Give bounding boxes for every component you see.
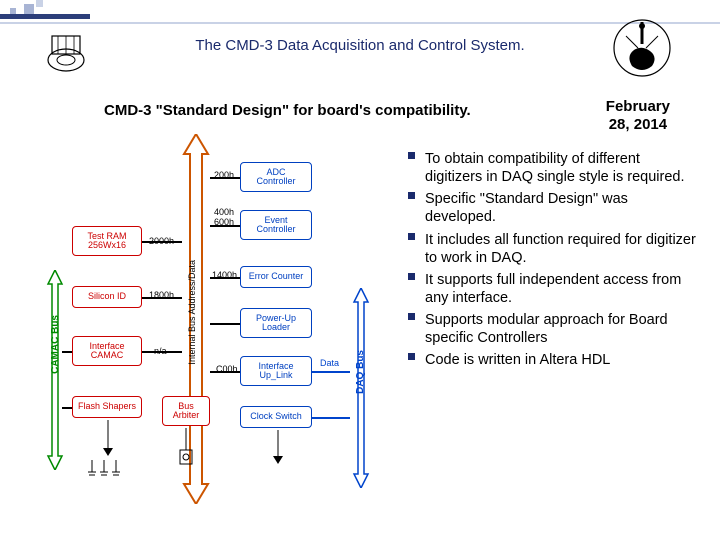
square-bullet-icon — [408, 192, 415, 199]
addr-200h: 200h — [214, 170, 234, 180]
subtitle: CMD-3 "Standard Design" for board's comp… — [104, 102, 471, 119]
bullet-item: It supports full independent access from… — [408, 271, 698, 311]
daq-bus-label: DAQ Bus — [355, 350, 366, 394]
bullet-text: It supports full independent access from… — [425, 271, 698, 307]
block-powerup-loader: Power-Up Loader — [240, 308, 312, 338]
bullet-list: To obtain compatibility of different dig… — [408, 150, 698, 373]
square-bullet-icon — [408, 233, 415, 240]
block-diagram: CAMAC Bus Internal Bus Address/Data DAQ … — [54, 140, 404, 520]
camac-bus-label: CAMAC Bus — [50, 315, 61, 374]
bullet-text: To obtain compatibility of different dig… — [425, 150, 698, 186]
date-label: February 28, 2014 — [606, 98, 670, 134]
flash-shapers-down-icon — [98, 420, 118, 464]
square-bullet-icon — [408, 273, 415, 280]
bullet-text: It includes all function required for di… — [425, 231, 698, 267]
addr-1800h: 1800h — [149, 290, 174, 300]
square-bullet-icon — [408, 313, 415, 320]
page-title: The CMD-3 Data Acquisition and Control S… — [0, 37, 720, 54]
block-interface-camac: Interface CAMAC — [72, 336, 142, 366]
bullet-item: To obtain compatibility of different dig… — [408, 150, 698, 190]
bullet-item: It includes all function required for di… — [408, 231, 698, 271]
corner-decoration — [0, 0, 110, 28]
square-bullet-icon — [408, 353, 415, 360]
block-flash-shapers: Flash Shapers — [72, 396, 142, 418]
data-label: Data — [320, 358, 339, 368]
internal-bus-label: Internal Bus Address/Data — [187, 260, 197, 365]
block-adc-controller: ADC Controller — [240, 162, 312, 192]
block-silicon-id: Silicon ID — [72, 286, 142, 308]
block-bus-arbiter: Bus Arbiter — [162, 396, 210, 426]
block-event-controller: Event Controller — [240, 210, 312, 240]
bullet-text: Supports modular approach for Board spec… — [425, 311, 698, 347]
bullet-item: Specific "Standard Design" was developed… — [408, 190, 698, 230]
addr-c00h: C00h — [216, 364, 238, 374]
arbiter-down-icon — [176, 428, 196, 472]
bullet-item: Supports modular approach for Board spec… — [408, 311, 698, 351]
addr-1400h: 1400h — [212, 270, 237, 280]
bullet-text: Code is written in Altera HDL — [425, 351, 610, 369]
bullet-item: Code is written in Altera HDL — [408, 351, 610, 373]
block-interface-uplink: Interface Up_Link — [240, 356, 312, 386]
block-clock-switch: Clock Switch — [240, 406, 312, 428]
bullet-text: Specific "Standard Design" was developed… — [425, 190, 698, 226]
ground-caps-icon — [86, 460, 130, 486]
clock-down-icon — [268, 430, 288, 470]
square-bullet-icon — [408, 152, 415, 159]
block-test-ram: Test RAM 256Wx16 — [72, 226, 142, 256]
block-error-counter: Error Counter — [240, 266, 312, 288]
